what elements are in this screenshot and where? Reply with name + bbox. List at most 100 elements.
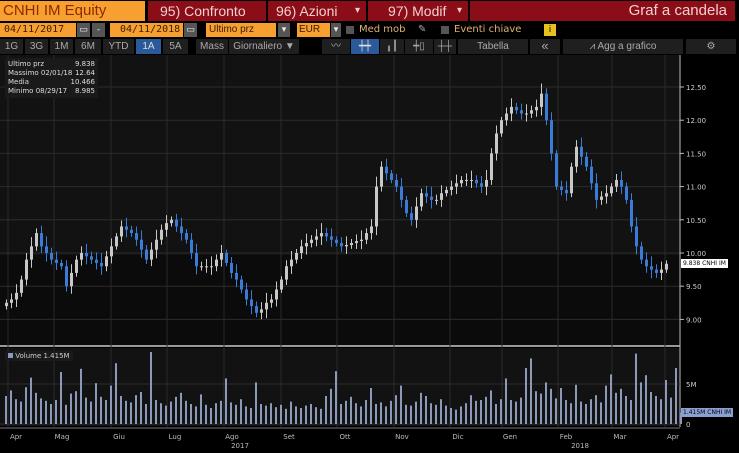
volume-bar — [555, 398, 557, 424]
candle-body — [485, 179, 488, 187]
candle-body — [405, 199, 408, 214]
period-tab-6m[interactable]: 6M — [75, 39, 101, 54]
volume-bar — [300, 408, 302, 424]
start-date-input[interactable]: 04/11/2017 — [0, 23, 76, 37]
end-date-input[interactable]: 04/11/2018 — [110, 23, 183, 37]
candlestick-chart[interactable]: 9.00 9.50 10.00 10.50 11.00 11.50 12.00 12.50 0 5… — [0, 55, 739, 453]
volume-bar — [305, 405, 307, 424]
volume-bar — [280, 404, 282, 424]
volume-bar — [575, 384, 577, 424]
volume-bar — [150, 352, 152, 424]
candle-body — [400, 186, 403, 200]
settings-icon[interactable]: ⚙ — [686, 39, 736, 54]
candle-body — [435, 199, 438, 201]
x-tick-label: Feb — [560, 433, 573, 441]
period-tab-3g[interactable]: 3G — [25, 39, 48, 54]
volume-bar — [655, 396, 657, 424]
ticker-field[interactable]: CNHI IM Equity — [0, 1, 145, 21]
period-tab-mass[interactable]: Mass — [196, 39, 228, 54]
legend-value: 9.838 — [74, 60, 95, 68]
table-button[interactable]: Tabella — [458, 39, 528, 54]
volume-bar — [220, 400, 222, 424]
volume-bar — [170, 401, 172, 424]
volume-bar — [565, 400, 567, 424]
hilo-icon[interactable]: ┼┼ — [434, 39, 456, 54]
line-chart-icon[interactable]: 〰 — [322, 39, 350, 54]
edit-button[interactable]: 97) Modif ▾ — [368, 1, 468, 21]
volume-bar — [600, 402, 602, 424]
candle-body — [95, 259, 98, 263]
candle-body — [440, 193, 443, 200]
candle-body — [390, 173, 393, 180]
candle-body — [470, 179, 473, 181]
calendar-icon[interactable]: ▭ — [184, 23, 197, 37]
candle-body — [385, 166, 388, 174]
candle-body — [570, 166, 573, 194]
collapse-button[interactable]: « — [530, 39, 560, 54]
x-tick-label: Lug — [169, 433, 182, 441]
candle-body — [85, 253, 88, 257]
actions-button[interactable]: 96) Azioni ▾ — [268, 1, 366, 21]
candle-body — [605, 193, 608, 197]
legend-row: Media 10.466 — [8, 78, 95, 87]
edit-label: 97) Modif — [388, 3, 447, 19]
volume-bar — [610, 374, 612, 424]
volume-bar — [320, 408, 322, 424]
volume-bar — [265, 405, 267, 424]
candle-body — [220, 253, 223, 260]
candle-body — [540, 93, 543, 107]
last-volume-tag: 1.415M CNHI IM — [681, 408, 734, 417]
moving-avg-checkbox[interactable] — [346, 26, 354, 34]
year-label: 2018 — [571, 442, 589, 450]
y-tick-label: 12.50 — [686, 84, 706, 92]
volume-bar — [140, 392, 142, 424]
field-select[interactable]: Ultimo prz — [206, 23, 276, 37]
compare-button[interactable]: 95) Confronto — [148, 1, 266, 21]
volume-bar — [230, 402, 232, 424]
x-tick-label: Ago — [225, 433, 239, 441]
bar-chart-icon[interactable]: ╻┃ — [380, 39, 404, 54]
ohlc-icon[interactable]: ┿▯ — [405, 39, 433, 54]
volume-bar — [65, 404, 67, 424]
key-events-checkbox[interactable] — [441, 26, 449, 34]
candle-body — [600, 196, 603, 200]
period-tab-1a[interactable]: 1A — [136, 39, 161, 54]
pencil-icon[interactable]: ✎ — [418, 23, 426, 37]
candle-body — [250, 299, 253, 307]
volume-bar — [55, 400, 57, 424]
chevron-down-icon[interactable]: ▾ — [278, 23, 290, 37]
volume-bar — [515, 401, 517, 424]
volume-bar — [30, 377, 32, 424]
volume-bar — [155, 400, 157, 424]
candle-body — [100, 262, 103, 267]
volume-bar — [340, 404, 342, 424]
candle-body — [305, 243, 308, 247]
period-tab-ytd[interactable]: YTD — [103, 39, 134, 54]
frequency-select[interactable]: Giornaliero ▼ — [229, 39, 299, 54]
candle-chart-icon[interactable]: ┿┿ — [351, 39, 379, 54]
currency-select[interactable]: EUR — [297, 23, 330, 37]
period-tab-1g[interactable]: 1G — [0, 39, 23, 54]
volume-bar — [115, 363, 117, 424]
candle-body — [45, 246, 48, 253]
candle-body — [525, 113, 528, 115]
candle-body — [420, 193, 423, 207]
x-tick-label: Apr — [667, 433, 679, 441]
candle-body — [505, 113, 508, 121]
y-tick-label: 9.50 — [686, 283, 702, 291]
period-tab-1m[interactable]: 1M — [50, 39, 73, 54]
volume-bar — [245, 406, 247, 424]
period-tab-5a[interactable]: 5A — [163, 39, 188, 54]
volume-bar — [290, 401, 292, 424]
chevron-down-icon[interactable]: ▾ — [331, 23, 341, 37]
candle-body — [210, 266, 213, 268]
info-icon[interactable]: i — [544, 24, 556, 36]
volume-bar — [540, 393, 542, 424]
add-to-chart-button[interactable]: ⩘ Agg a grafico — [563, 39, 683, 54]
chart-legend: Ultimo prz 9.838 Massimo 02/01/18 12.64 Medi… — [5, 58, 98, 98]
legend-label: Massimo 02/01/18 — [8, 69, 73, 77]
calendar-icon[interactable]: ▭ — [77, 23, 90, 37]
candle-body — [415, 206, 418, 220]
y-tick-label: 11.50 — [686, 150, 706, 158]
volume-bar — [620, 388, 622, 424]
